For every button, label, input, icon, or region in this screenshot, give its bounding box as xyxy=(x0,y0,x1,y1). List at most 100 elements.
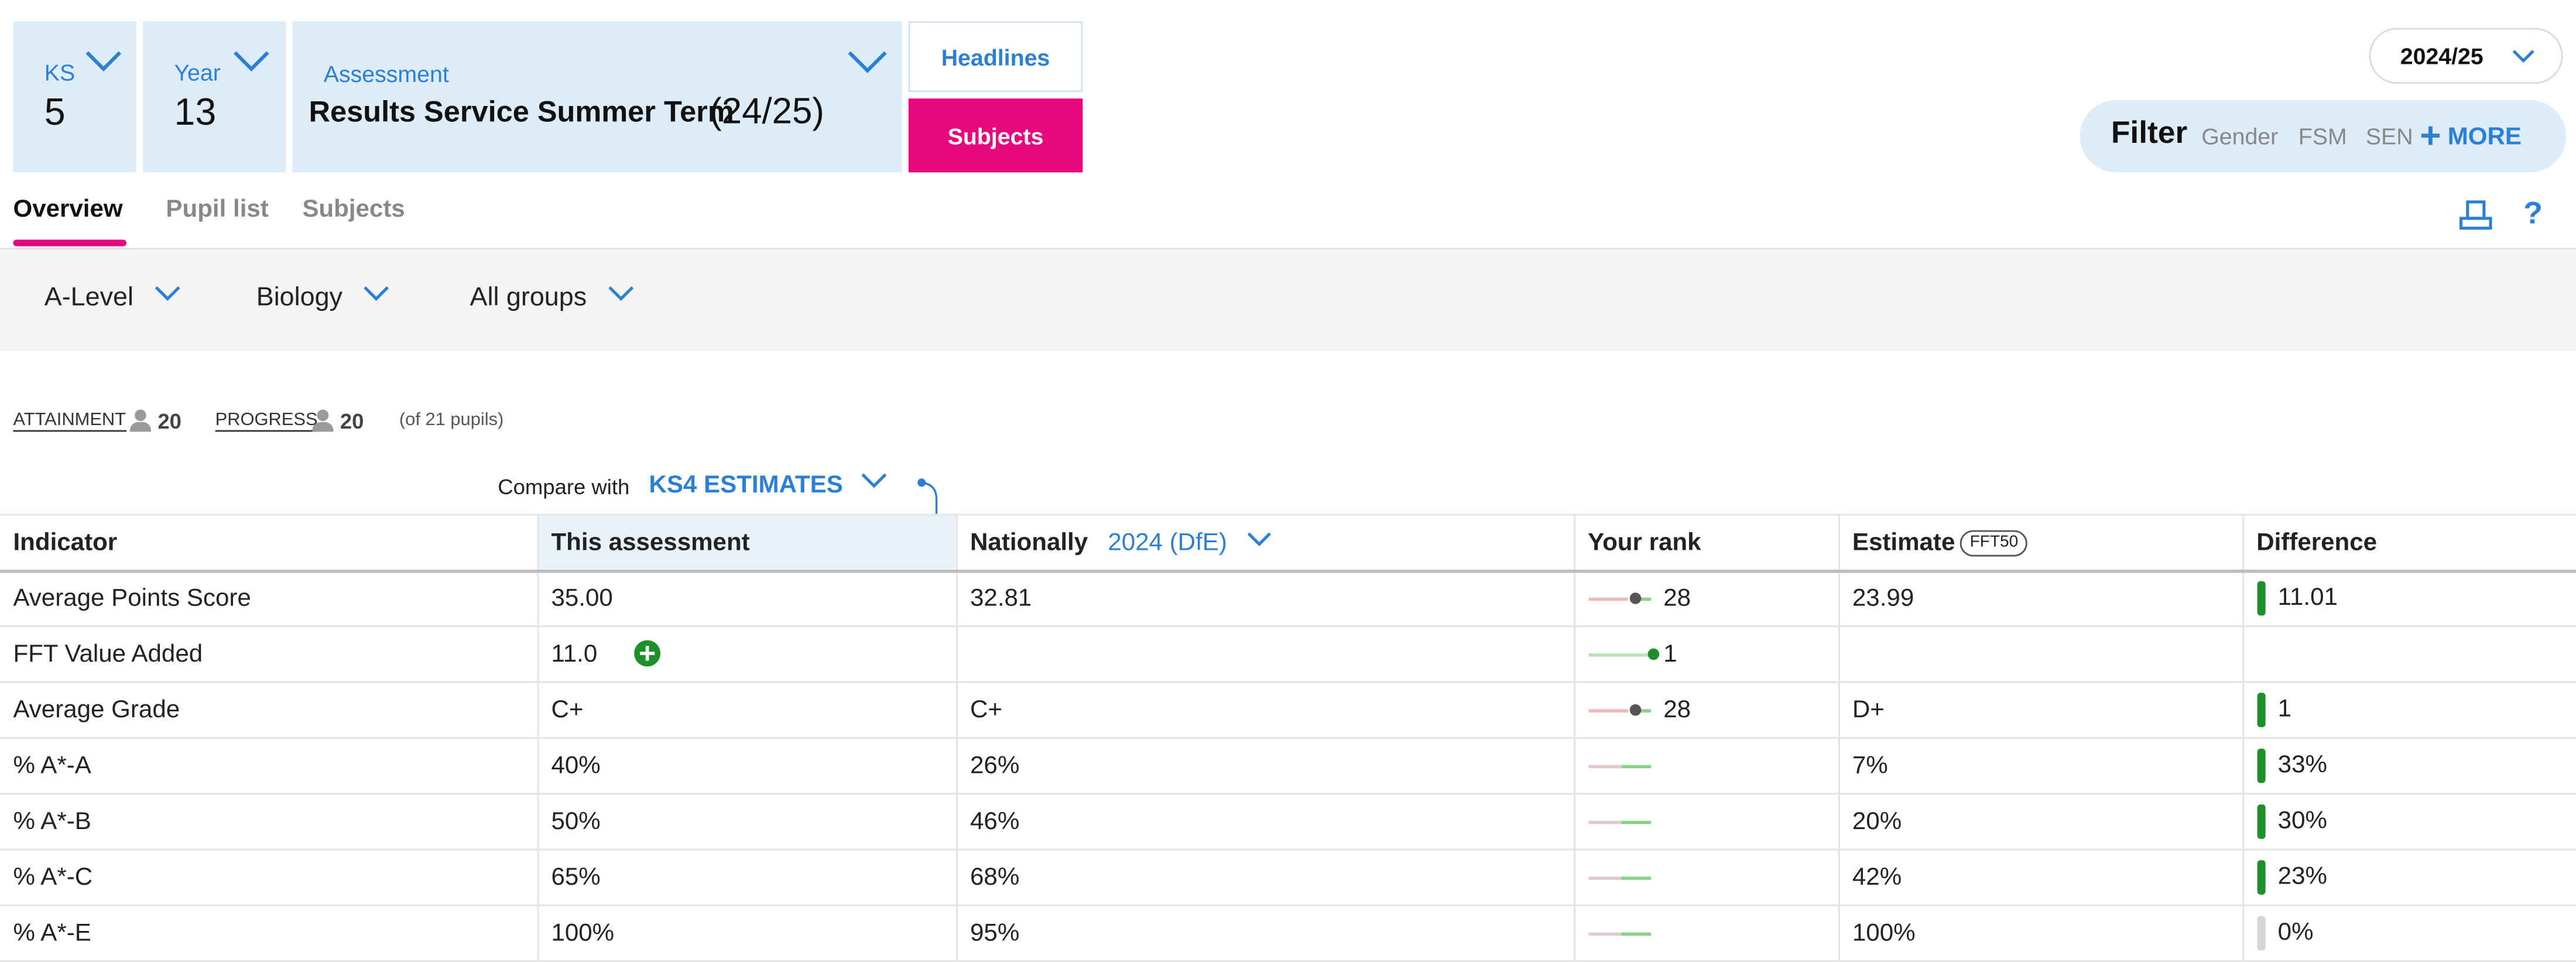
rank-marker-icon xyxy=(1588,591,1653,608)
difference-cell: 1 xyxy=(2242,682,2576,739)
subjects-view-button[interactable]: Subjects xyxy=(908,98,1083,173)
rank-marker-icon xyxy=(1588,647,1659,663)
pupil-total: (of 21 pupils) xyxy=(399,410,504,430)
estimate-cell: 100% xyxy=(1838,905,2243,962)
estimate-cell xyxy=(1838,626,2243,683)
nationally-year-dropdown[interactable]: 2024 (DfE) xyxy=(1108,528,1272,556)
plus-icon: + xyxy=(2420,115,2441,156)
academic-year-value: 2024/25 xyxy=(2400,42,2483,69)
tab-subjects[interactable]: Subjects xyxy=(302,196,405,224)
difference-bar xyxy=(2256,748,2265,783)
rank-cell xyxy=(1574,738,1839,795)
help-icon[interactable]: ? xyxy=(2523,197,2543,233)
progress-count: 20 xyxy=(340,409,364,434)
rank-bar-icon xyxy=(1588,814,1653,831)
progress-label: PROGRESS xyxy=(215,410,318,432)
ks-selector[interactable]: KS 5 xyxy=(13,21,136,173)
rank-value: 1 xyxy=(1663,640,1677,669)
estimate-cell: 23.99 xyxy=(1838,570,2243,628)
this-assessment-cell: 40% xyxy=(537,738,957,795)
indicator-cell: Average Grade xyxy=(0,682,539,739)
rank-bar-icon xyxy=(1588,870,1653,886)
difference-value: 33% xyxy=(2277,751,2327,779)
this-assessment-cell: 11.0 xyxy=(537,626,957,683)
rank-bar-icon xyxy=(1588,758,1653,775)
chevron-down-icon xyxy=(234,51,269,72)
ks-label: KS xyxy=(44,59,76,85)
national-cell: C+ xyxy=(956,682,1575,739)
indicator-cell: % A*-E xyxy=(0,905,539,962)
difference-bar xyxy=(2256,916,2265,951)
difference-value: 30% xyxy=(2277,806,2327,835)
national-cell: 95% xyxy=(956,905,1575,962)
header-difference: Difference xyxy=(2242,513,2576,573)
indicator-cell: % A*-A xyxy=(0,738,539,795)
more-label: MORE xyxy=(2447,122,2522,150)
table-row: % A*-A 40% 26% 7% 33% xyxy=(0,738,2576,795)
table-row: FFT Value Added 11.0 1 xyxy=(0,626,2576,683)
compare-dropdown[interactable]: KS4 ESTIMATES xyxy=(649,471,886,501)
group-value: All groups xyxy=(470,284,587,312)
national-cell: 26% xyxy=(956,738,1575,795)
print-icon[interactable] xyxy=(2459,198,2492,231)
rank-value: 28 xyxy=(1663,584,1691,613)
qualification-dropdown[interactable]: A-Level xyxy=(44,284,180,313)
ks-value: 5 xyxy=(44,90,66,133)
difference-bar xyxy=(2256,693,2265,728)
table-row: % A*-C 65% 68% 42% 23% xyxy=(0,849,2576,906)
assessment-selector[interactable]: Assessment Results Service Summer Term (… xyxy=(292,21,902,173)
filter-bar: Filter Gender FSM SEN + MORE xyxy=(2080,100,2567,173)
group-dropdown[interactable]: All groups xyxy=(470,284,634,313)
chevron-down-icon xyxy=(861,473,886,488)
header-estimate: Estimate FFT50 xyxy=(1838,513,2243,573)
compare-label: Compare with xyxy=(498,474,630,499)
national-cell xyxy=(956,626,1575,683)
this-assessment-cell: C+ xyxy=(537,682,957,739)
rank-cell xyxy=(1574,793,1839,851)
estimate-cell: 7% xyxy=(1838,738,2243,795)
headlines-button[interactable]: Headlines xyxy=(908,21,1083,93)
table-header-row: Indicator This assessment Nationally 202… xyxy=(0,513,2576,573)
assessment-value: Results Service Summer Term xyxy=(309,95,734,128)
chevron-down-icon xyxy=(608,286,633,301)
indicator-cell: % A*-B xyxy=(0,793,539,851)
difference-cell: 11.01 xyxy=(2242,570,2576,628)
filter-label: Filter xyxy=(2111,117,2188,151)
difference-value: 23% xyxy=(2277,862,2327,891)
filter-sen[interactable]: SEN xyxy=(2366,123,2413,149)
rank-cell xyxy=(1574,849,1839,906)
qualification-value: A-Level xyxy=(44,284,133,312)
nationally-label: Nationally xyxy=(970,528,1088,556)
rank-cell: 28 xyxy=(1574,570,1839,628)
subject-value: Biology xyxy=(256,284,343,312)
chevron-down-icon xyxy=(2512,50,2534,63)
filter-gender[interactable]: Gender xyxy=(2201,123,2278,149)
year-label: Year xyxy=(174,59,221,85)
attainment-label: ATTAINMENT xyxy=(13,410,126,432)
year-selector[interactable]: Year 13 xyxy=(143,21,286,173)
filter-fsm[interactable]: FSM xyxy=(2298,123,2347,149)
academic-year-select[interactable]: 2024/25 xyxy=(2369,28,2563,84)
year-value: 13 xyxy=(174,90,217,133)
value-added-value: 11.0 xyxy=(551,640,598,669)
results-table: Indicator This assessment Nationally 202… xyxy=(0,513,2576,962)
difference-bar xyxy=(2256,860,2265,895)
assessment-label: Assessment xyxy=(323,60,449,87)
difference-cell: 0% xyxy=(2242,905,2576,962)
table-row: % A*-E 100% 95% 100% 0% xyxy=(0,905,2576,962)
table-row: % A*-B 50% 46% 20% 30% xyxy=(0,793,2576,851)
rank-value: 28 xyxy=(1663,696,1691,724)
tab-overview[interactable]: Overview xyxy=(13,196,122,224)
subject-dropdown[interactable]: Biology xyxy=(256,284,389,313)
person-icon xyxy=(312,409,334,432)
national-cell: 68% xyxy=(956,849,1575,906)
this-assessment-cell: 65% xyxy=(537,849,957,906)
plus-circle-icon[interactable] xyxy=(633,640,660,667)
estimate-model-badge: FFT50 xyxy=(1960,529,2029,556)
rank-cell: 28 xyxy=(1574,682,1839,739)
table-row: Average Grade C+ C+ 28 D+ 1 xyxy=(0,682,2576,739)
tab-pupil-list[interactable]: Pupil list xyxy=(166,196,268,224)
chevron-down-icon xyxy=(154,286,180,301)
header-nationally: Nationally 2024 (DfE) xyxy=(956,513,1575,573)
more-filters-button[interactable]: + MORE xyxy=(2420,115,2522,156)
